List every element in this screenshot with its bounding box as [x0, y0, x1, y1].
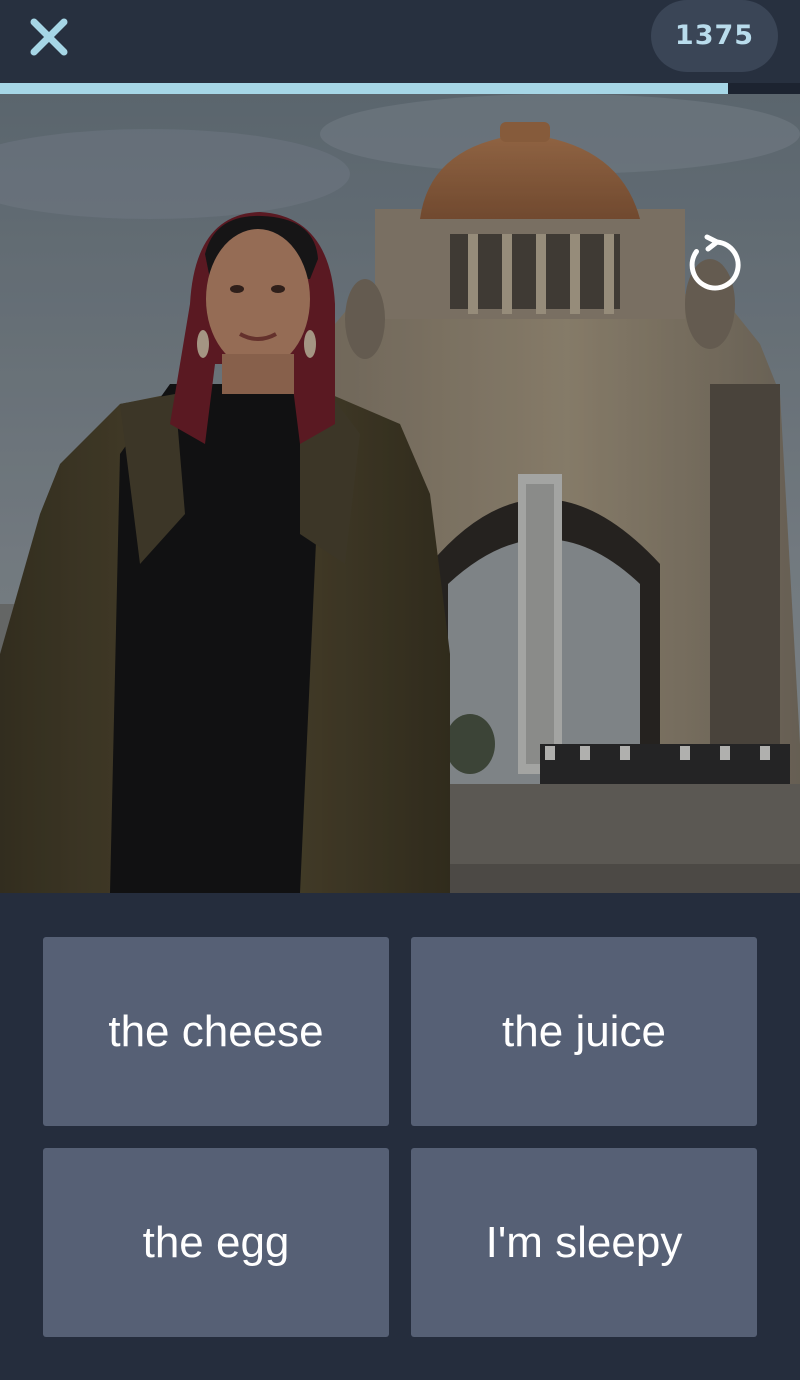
answer-option-2[interactable]: the juice — [411, 937, 757, 1126]
top-bar: 1375 — [0, 0, 800, 83]
replay-button[interactable] — [684, 234, 746, 296]
progress-bar-fill — [0, 83, 728, 94]
scene-illustration — [0, 94, 800, 893]
replay-icon — [689, 234, 741, 291]
answer-grid: the cheese the juice the egg I'm sleepy — [0, 893, 800, 1380]
answer-option-3[interactable]: the egg — [43, 1148, 389, 1337]
progress-bar — [0, 83, 800, 94]
close-icon — [30, 18, 68, 56]
answer-option-4[interactable]: I'm sleepy — [411, 1148, 757, 1337]
close-button[interactable] — [26, 14, 72, 60]
score-badge: 1375 — [651, 0, 778, 72]
video-frame[interactable] — [0, 94, 800, 893]
answer-option-1[interactable]: the cheese — [43, 937, 389, 1126]
